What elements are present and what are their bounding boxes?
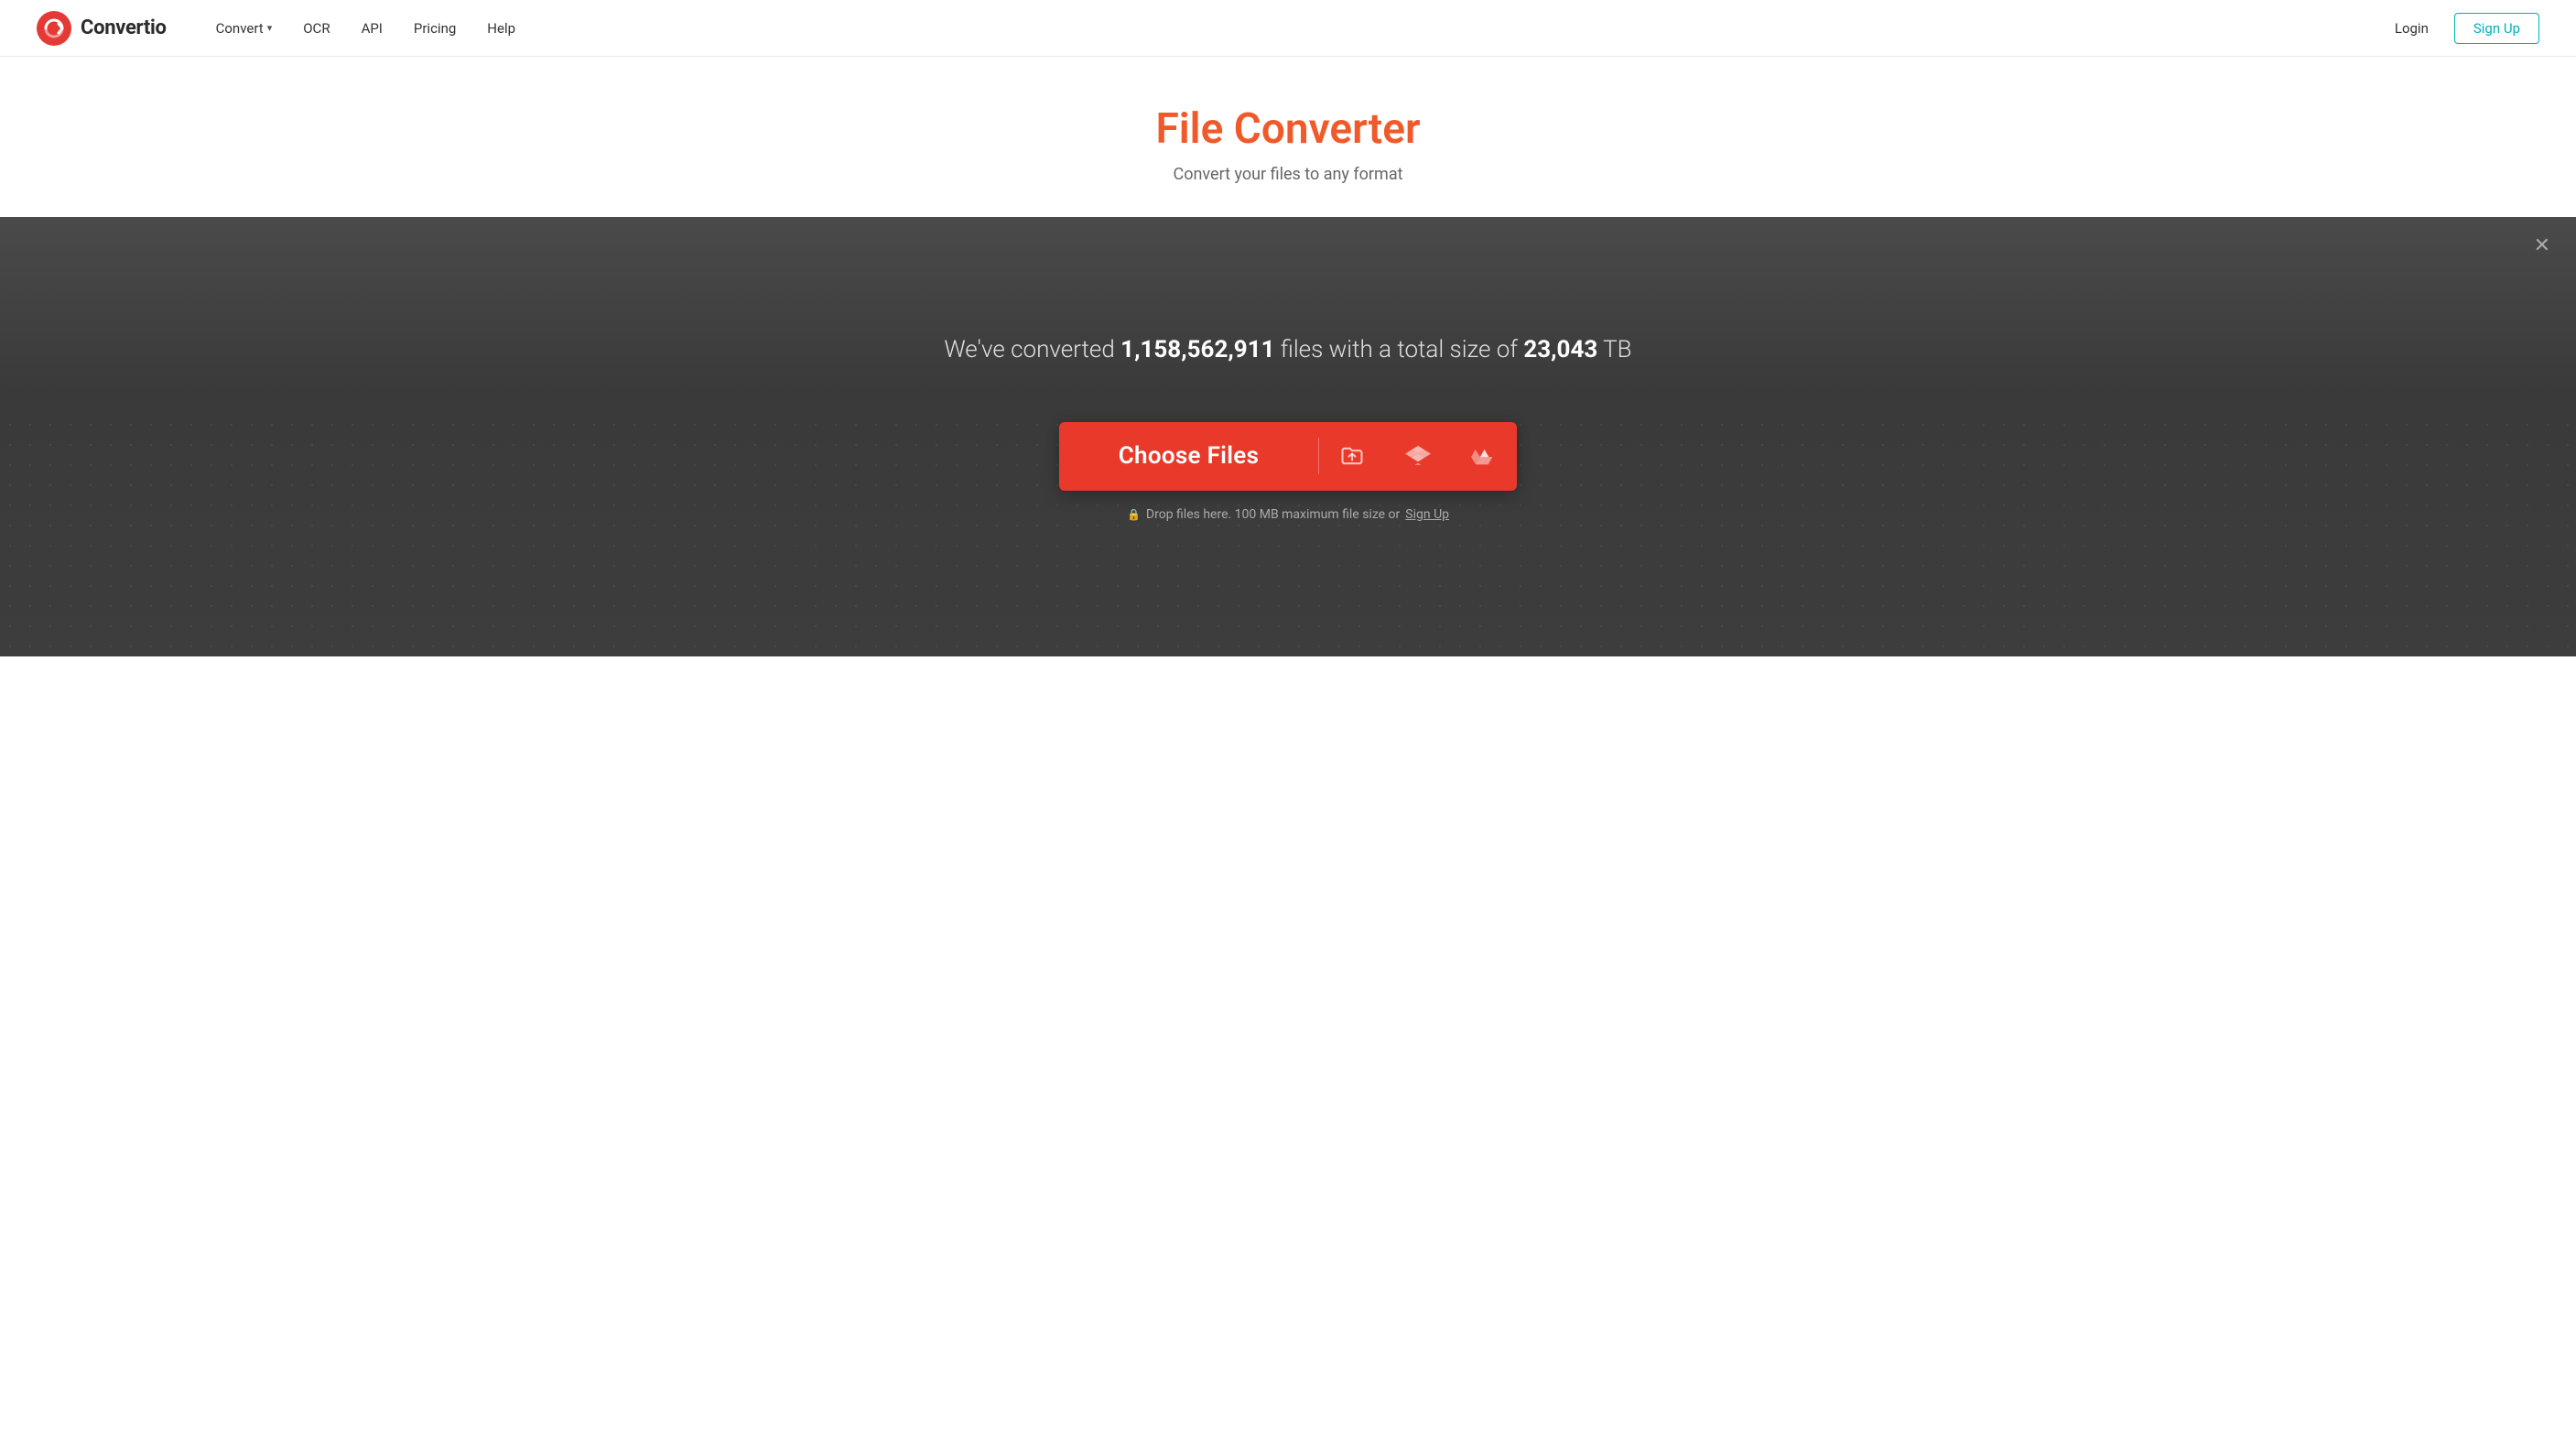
stats-text: We've converted 1,158,562,911 files with…	[944, 333, 1631, 366]
main-nav: Convert ▾ OCR API Pricing Help	[203, 15, 2384, 42]
stats-size: 23,043	[1523, 336, 1597, 363]
nav-label-help: Help	[487, 20, 515, 37]
logo-text: Convertio	[81, 16, 167, 39]
stats-prefix: We've converted	[944, 336, 1120, 363]
stats-files: 1,158,562,911	[1120, 336, 1274, 363]
close-button[interactable]: ✕	[2534, 235, 2550, 255]
nav-label-api: API	[362, 20, 383, 37]
google-drive-button[interactable]	[1451, 422, 1517, 491]
logo-icon	[37, 11, 71, 46]
converter-section: ✕ We've converted 1,158,562,911 files wi…	[0, 217, 2576, 656]
nav-item-pricing[interactable]: Pricing	[401, 15, 469, 42]
nav-item-help[interactable]: Help	[474, 15, 528, 42]
choose-files-bar[interactable]: Choose Files	[1059, 422, 1517, 491]
dropbox-icon	[1405, 443, 1431, 469]
logo-link[interactable]: Convertio	[37, 11, 167, 46]
lock-icon: 🔒	[1127, 508, 1141, 521]
hero-title: File Converter	[18, 104, 2558, 154]
stats-suffix: TB	[1597, 336, 1631, 363]
nav-item-ocr[interactable]: OCR	[290, 15, 342, 42]
folder-upload-button[interactable]	[1319, 422, 1385, 491]
nav-label-ocr: OCR	[303, 20, 330, 37]
nav-label-convert: Convert	[216, 20, 264, 37]
drop-info-text: Drop files here. 100 MB maximum file siz…	[1146, 507, 1400, 522]
folder-upload-icon	[1339, 443, 1365, 469]
nav-label-pricing: Pricing	[414, 20, 456, 37]
nav-item-api[interactable]: API	[349, 15, 395, 42]
google-drive-icon	[1471, 443, 1497, 469]
site-header: Convertio Convert ▾ OCR API Pricing Help…	[0, 0, 2576, 57]
header-auth-area: Login Sign Up	[2384, 13, 2539, 44]
hero-section: File Converter Convert your files to any…	[0, 57, 2576, 217]
drop-info: 🔒 Drop files here. 100 MB maximum file s…	[1127, 507, 1449, 522]
stats-middle: files with a total size of	[1275, 336, 1524, 363]
drop-info-signup-link[interactable]: Sign Up	[1405, 507, 1449, 522]
signup-button[interactable]: Sign Up	[2454, 13, 2539, 44]
convert-chevron-icon: ▾	[267, 22, 273, 34]
choose-files-label: Choose Files	[1059, 442, 1318, 470]
login-button[interactable]: Login	[2384, 15, 2440, 42]
nav-item-convert[interactable]: Convert ▾	[203, 15, 286, 42]
dropbox-button[interactable]	[1385, 422, 1451, 491]
hero-subtitle: Convert your files to any format	[18, 165, 2558, 184]
